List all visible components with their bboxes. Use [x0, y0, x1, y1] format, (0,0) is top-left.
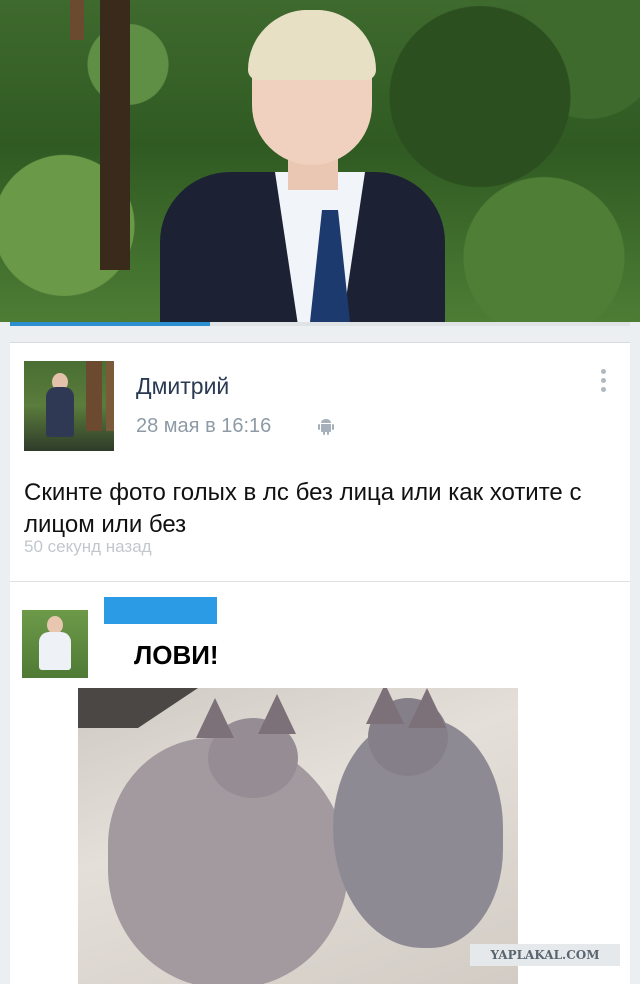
android-icon — [318, 419, 334, 435]
post-timestamp[interactable]: 28 мая в 16:16 — [136, 415, 271, 438]
photo-progress-bar — [10, 322, 630, 326]
commenter-name-redacted[interactable] — [104, 597, 217, 624]
commenter-avatar[interactable] — [22, 610, 88, 678]
photo-tree — [100, 0, 130, 270]
author-name[interactable]: Дмитрий — [136, 373, 229, 400]
ghost-timestamp: 50 секунд назад — [24, 537, 152, 556]
author-avatar[interactable] — [24, 361, 114, 451]
comment-photo[interactable] — [78, 688, 518, 984]
more-vertical-icon[interactable] — [598, 369, 608, 399]
watermark: YAPLAKAL.COM — [470, 944, 620, 966]
post-text: Скинте фото голых в лс без лица или как … — [24, 479, 582, 538]
divider — [10, 581, 630, 582]
photo-tree-2 — [70, 0, 84, 40]
comment-text: ЛОВИ! — [134, 640, 219, 670]
photo-progress-fill — [10, 322, 210, 326]
profile-photo[interactable] — [0, 0, 640, 322]
post-card: Дмитрий 28 мая в 16:16 Скинте фото голых… — [10, 342, 630, 588]
photo-person — [160, 10, 445, 322]
